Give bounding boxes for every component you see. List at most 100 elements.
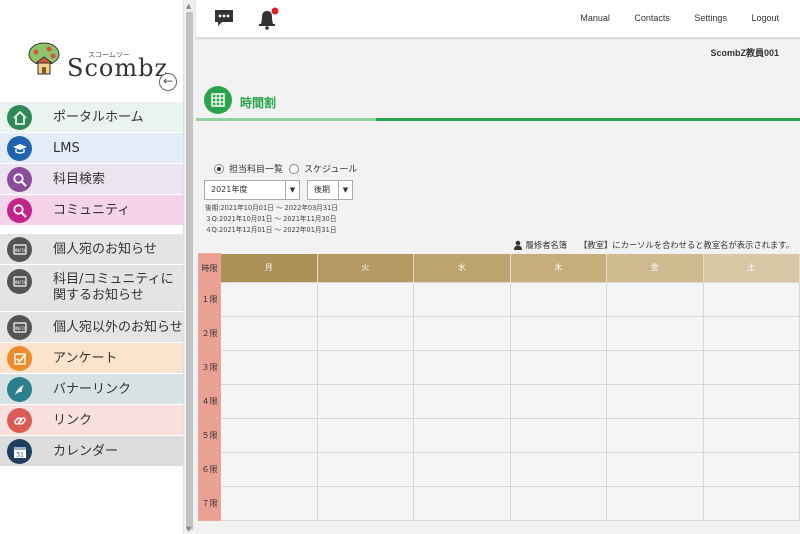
sidebar-item-link[interactable]: リンク <box>0 405 183 436</box>
info-icon: INFO <box>7 315 32 340</box>
chevron-down-icon: ▼ <box>285 181 299 199</box>
radio-schedule-label[interactable]: スケジュール <box>304 162 357 175</box>
timetable-cell[interactable] <box>316 316 414 351</box>
timetable-cell[interactable] <box>220 350 318 385</box>
logout-link[interactable]: Logout <box>751 13 779 23</box>
period-label: １限 <box>198 282 221 317</box>
sidebar-item-banner-link[interactable]: バナーリンク <box>0 374 183 405</box>
sidebar-item-label: リンク <box>53 413 93 428</box>
scroll-down-icon[interactable]: ▼ <box>186 525 191 533</box>
timetable-cell[interactable] <box>606 350 704 385</box>
timetable-cell[interactable] <box>220 282 318 317</box>
timetable-cell[interactable] <box>413 282 511 317</box>
top-bar: Manual Contacts Settings Logout <box>196 0 800 38</box>
title-underline <box>196 118 800 121</box>
term-date-line: ４Q:2021年12月01日 〜 2022年01月31日 <box>205 226 337 234</box>
timetable-cell[interactable] <box>413 418 511 453</box>
sidebar-item-other-notices[interactable]: INFO 個人宛以外のお知らせ <box>0 312 183 343</box>
logo[interactable]: スコームツー Scombz ← <box>0 0 183 102</box>
sidebar-item-community[interactable]: コミュニティ <box>0 195 183 226</box>
timetable-cell[interactable] <box>606 384 704 419</box>
timetable-cell[interactable] <box>702 350 800 385</box>
period-label: ２限 <box>198 316 221 351</box>
timetable-cell[interactable] <box>509 384 607 419</box>
sidebar-item-personal-notices[interactable]: INFO 個人宛のお知らせ <box>0 234 183 265</box>
timetable-cell[interactable] <box>413 384 511 419</box>
sidebar-item-portal-home[interactable]: ポータルホーム <box>0 102 183 133</box>
timetable: 時限 月 火 水 木 金 土 １限 ２限 ３限 ４限 ５限 ６限 ７限 <box>198 253 800 521</box>
day-header: 金 <box>606 253 704 283</box>
timetable-cell[interactable] <box>220 316 318 351</box>
radio-assigned-courses[interactable] <box>214 163 224 174</box>
term-date-line: 後期:2021年10月01日 〜 2022年03月31日 <box>205 204 338 212</box>
chevron-down-icon: ▼ <box>338 181 352 199</box>
timetable-cell[interactable] <box>316 418 414 453</box>
timetable-cell[interactable] <box>413 316 511 351</box>
sidebar-item-calendar[interactable]: 31 カレンダー <box>0 436 183 467</box>
timetable-cell[interactable] <box>702 384 800 419</box>
sidebar-item-label: 個人宛以外のお知らせ <box>53 320 183 335</box>
term-dates: 後期:2021年10月01日 〜 2022年03月31日 ３Q:2021年10月… <box>205 203 338 236</box>
timetable-cell[interactable] <box>509 350 607 385</box>
year-select[interactable]: 2021年度 ▼ <box>204 180 300 200</box>
timetable-cell[interactable] <box>413 452 511 487</box>
scrollbar-thumb[interactable] <box>186 12 193 530</box>
timetable-cell[interactable] <box>220 418 318 453</box>
timetable-cell[interactable] <box>606 418 704 453</box>
svg-text:31: 31 <box>16 451 24 458</box>
timetable-cell[interactable] <box>606 486 704 521</box>
radio-assigned-courses-label[interactable]: 担当科目一覧 <box>229 162 283 175</box>
classroom-hint: 【教室】にカーソルを合わせると教室名が表示されます。 <box>579 240 794 250</box>
term-select[interactable]: 後期 ▼ <box>307 180 353 200</box>
table-row: ２限 <box>198 316 800 351</box>
timetable-cell[interactable] <box>606 452 704 487</box>
sidebar-menu: ポータルホーム LMS 科目検索 コミュニティ INFO 個人宛のお知らせ IN… <box>0 102 183 467</box>
timetable-cell[interactable] <box>606 316 704 351</box>
timetable-cell[interactable] <box>316 452 414 487</box>
day-header: 水 <box>413 253 511 283</box>
radio-schedule[interactable] <box>289 163 300 174</box>
sidebar: スコームツー Scombz ← ポータルホーム LMS 科目検索 コミュニティ … <box>0 0 183 534</box>
timetable-cell[interactable] <box>509 418 607 453</box>
timetable-cell[interactable] <box>316 486 414 521</box>
contacts-link[interactable]: Contacts <box>634 13 670 23</box>
chat-icon[interactable] <box>214 9 234 27</box>
bell-icon[interactable] <box>256 6 280 30</box>
sidebar-item-course-search[interactable]: 科目検索 <box>0 164 183 195</box>
timetable-cell[interactable] <box>509 486 607 521</box>
sidebar-item-label: ポータルホーム <box>53 110 144 125</box>
settings-link[interactable]: Settings <box>694 13 727 23</box>
sidebar-item-lms[interactable]: LMS <box>0 133 183 164</box>
roster-link[interactable]: 履修者名簿 <box>526 239 568 251</box>
timetable-cell[interactable] <box>702 316 800 351</box>
info-icon: INFO <box>7 269 32 294</box>
timetable-cell[interactable] <box>509 282 607 317</box>
link-icon <box>7 408 32 433</box>
sidebar-item-label: 科目検索 <box>53 172 106 187</box>
timetable-cell[interactable] <box>702 486 800 521</box>
sidebar-item-survey[interactable]: アンケート <box>0 343 183 374</box>
sidebar-scrollbar[interactable]: ▲ ▼ <box>183 0 195 534</box>
timetable-cell[interactable] <box>509 316 607 351</box>
person-icon <box>513 240 522 250</box>
scroll-up-icon[interactable]: ▲ <box>186 2 191 10</box>
collapse-sidebar-button[interactable]: ← <box>159 73 177 91</box>
timetable-cell[interactable] <box>606 282 704 317</box>
timetable-cell[interactable] <box>702 418 800 453</box>
timetable-cell[interactable] <box>220 486 318 521</box>
timetable-cell[interactable] <box>316 384 414 419</box>
timetable-cell[interactable] <box>509 452 607 487</box>
timetable-cell[interactable] <box>316 350 414 385</box>
sidebar-item-label: カレンダー <box>53 444 119 459</box>
sidebar-item-course-community-notices[interactable]: INFO 科目/コミュニティに 関するお知らせ <box>0 265 183 312</box>
timetable-cell[interactable] <box>413 350 511 385</box>
manual-link[interactable]: Manual <box>580 13 610 23</box>
view-mode-radios: 担当科目一覧 スケジュール <box>214 162 357 175</box>
timetable-cell[interactable] <box>316 282 414 317</box>
timetable-cell[interactable] <box>220 452 318 487</box>
timetable-cell[interactable] <box>702 282 800 317</box>
timetable-cell[interactable] <box>413 486 511 521</box>
timetable-cell[interactable] <box>220 384 318 419</box>
timetable-cell[interactable] <box>702 452 800 487</box>
timetable-icon <box>204 86 232 114</box>
